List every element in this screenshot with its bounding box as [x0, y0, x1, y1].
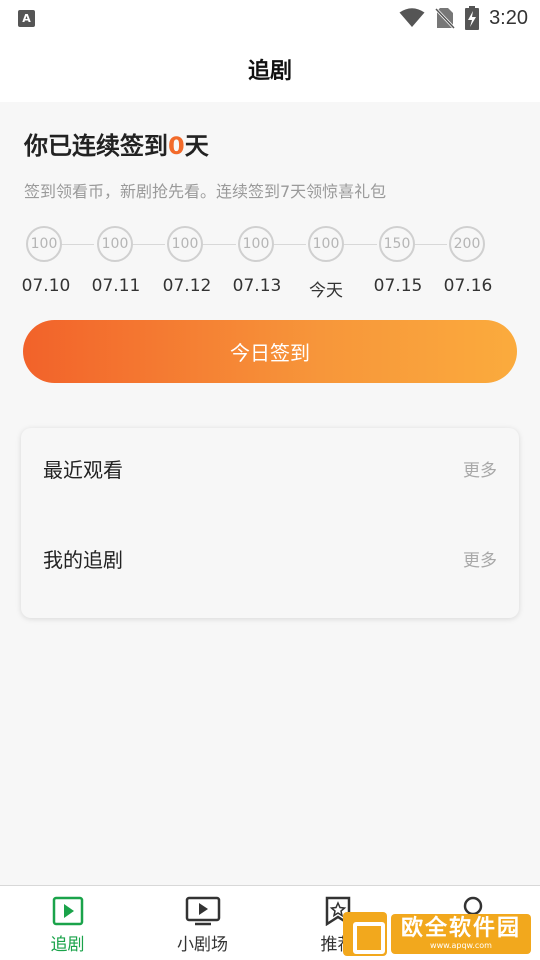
- day-label: 07.10: [21, 276, 71, 296]
- title-bar: 追剧: [0, 36, 540, 102]
- status-time: 3:20: [489, 6, 528, 29]
- day-connector: [344, 244, 377, 245]
- day-coin-circle: 100: [97, 226, 133, 262]
- no-sim-icon: [435, 7, 456, 29]
- day-coin-circle: 100: [308, 226, 344, 262]
- checkin-days-count: 0: [168, 132, 185, 160]
- status-right: 3:20: [399, 6, 528, 30]
- checkin-title-suffix: 天: [184, 132, 209, 160]
- nav-item-theater[interactable]: 小剧场: [135, 886, 270, 960]
- day-label: 07.16: [443, 276, 493, 296]
- watermark: 欧全软件园 www.apqw.com: [343, 912, 533, 956]
- status-bar: A 3:20: [0, 0, 540, 36]
- day-coin-circle: 100: [167, 226, 203, 262]
- day-connector: [203, 244, 236, 245]
- nav-label: 小剧场: [177, 935, 228, 955]
- recent-watch-row[interactable]: 最近观看 更多: [21, 438, 519, 498]
- recent-watch-more-link[interactable]: 更多: [463, 456, 497, 481]
- day-label: 07.11: [91, 276, 141, 296]
- day-coin-circle: 200: [449, 226, 485, 262]
- notification-icon: A: [18, 9, 35, 27]
- watermark-logo-icon: [343, 912, 387, 956]
- day-label: 07.15: [373, 276, 423, 296]
- my-following-title: 我的追剧: [43, 547, 123, 572]
- watermark-url: www.apqw.com: [430, 941, 492, 950]
- day-connector: [133, 244, 165, 245]
- play-square-icon: [52, 896, 83, 926]
- checkin-subtitle: 签到领看币，新剧抢先看。连续签到7天领惊喜礼包: [24, 182, 387, 201]
- checkin-today-button[interactable]: 今日签到: [23, 320, 517, 383]
- nav-label: 追剧: [50, 935, 85, 955]
- day-label-today: 今天: [309, 281, 343, 301]
- battery-charging-icon: [465, 6, 480, 30]
- checkin-section: 你已连续签到0天 签到领看币，新剧抢先看。连续签到7天领惊喜礼包 100 100…: [0, 102, 540, 402]
- status-left: A: [18, 9, 35, 27]
- watermark-name: 欧全软件园: [400, 916, 521, 941]
- my-following-row[interactable]: 我的追剧 更多: [21, 528, 519, 588]
- tv-play-icon: [185, 896, 220, 926]
- checkin-day-row: 100 100 100 100 100 150 200: [24, 226, 494, 266]
- watermark-text: 欧全软件园 www.apqw.com: [391, 914, 531, 954]
- day-coin-circle: 100: [26, 226, 62, 262]
- day-label: 07.12: [162, 276, 212, 296]
- day-coin-circle: 150: [379, 226, 415, 262]
- checkin-title-prefix: 你已连续签到: [24, 132, 168, 160]
- day-connector: [415, 244, 447, 245]
- nav-item-follow[interactable]: 追剧: [0, 886, 135, 960]
- day-connector: [274, 244, 306, 245]
- day-coin-circle: 100: [238, 226, 274, 262]
- day-connector: [62, 244, 94, 245]
- my-following-more-link[interactable]: 更多: [463, 546, 497, 571]
- day-label: 07.13: [232, 276, 282, 296]
- wifi-icon: [399, 8, 425, 27]
- recent-watch-title: 最近观看: [43, 457, 123, 482]
- checkin-title: 你已连续签到0天: [24, 126, 209, 161]
- page-title: 追剧: [247, 59, 292, 84]
- history-card: 最近观看 更多 我的追剧 更多: [21, 428, 519, 618]
